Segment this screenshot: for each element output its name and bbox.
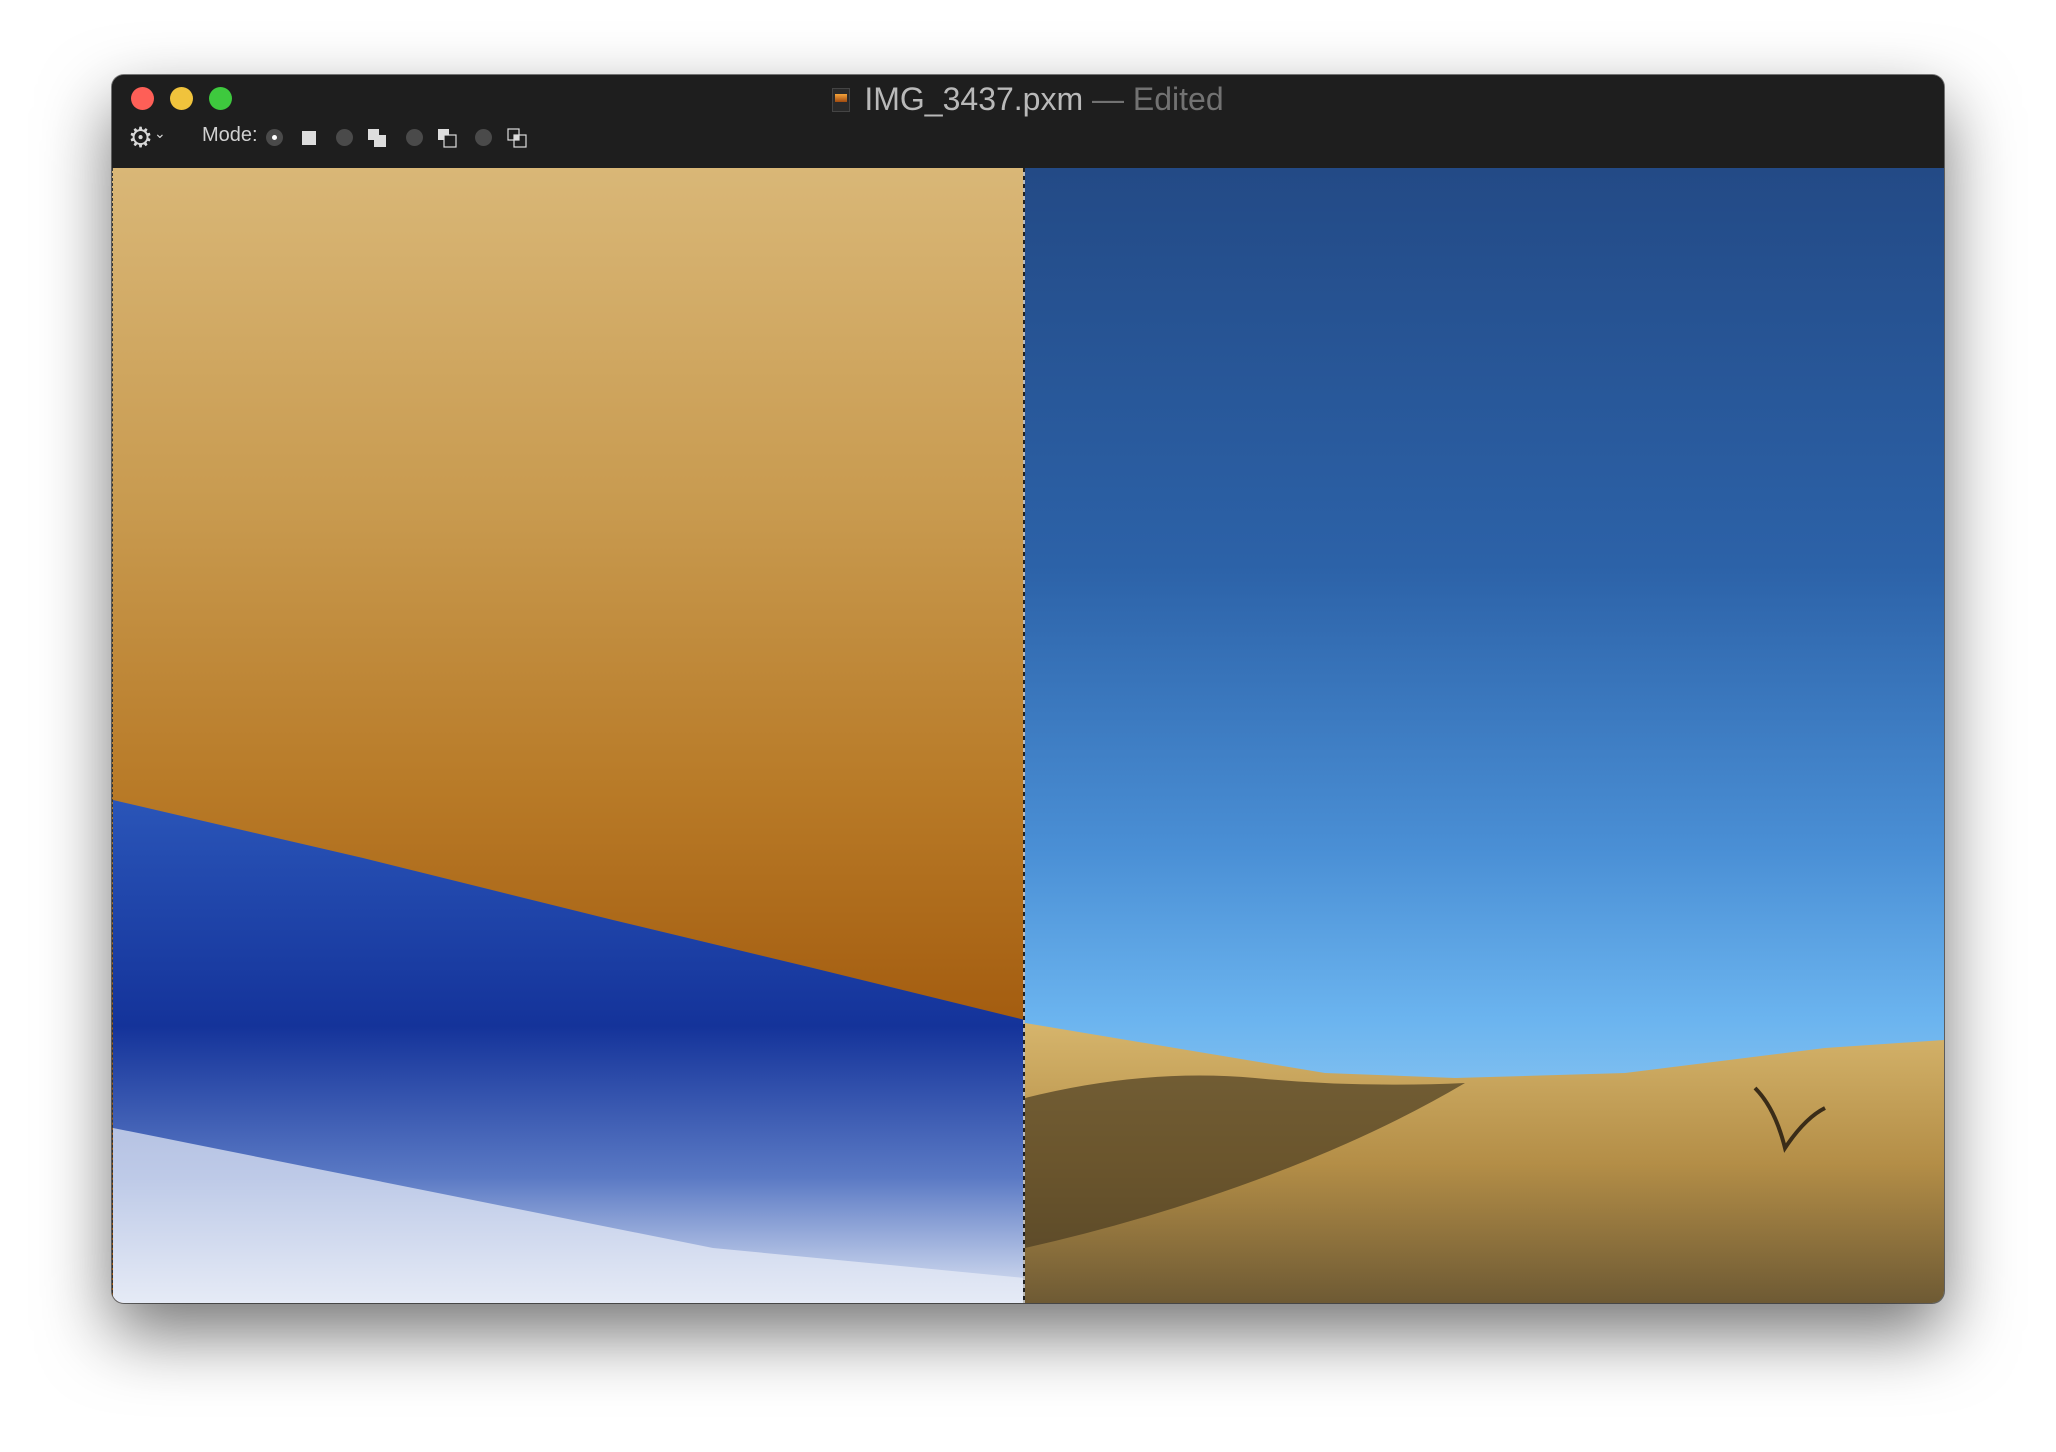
mode-subtract-radio[interactable] [406,129,423,146]
mode-normal-radio[interactable] [266,129,283,146]
inverted-selection-region[interactable] [112,168,1025,1303]
gear-icon[interactable]: ⚙ [128,123,153,153]
mode-add-radio[interactable] [336,129,353,146]
window-title: IMG_3437.pxm — Edited [112,78,1944,120]
mode-add-icon[interactable] [367,128,387,148]
mode-intersect-radio[interactable] [475,129,492,146]
filename: IMG_3437.pxm [864,81,1083,117]
chevron-down-icon[interactable]: ⌄ [154,125,166,142]
mode-intersect-icon[interactable] [507,128,527,148]
mode-normal-icon[interactable] [299,128,319,148]
inverted-hill-image [113,168,1025,1303]
title-bar: IMG_3437.pxm — Edited ⚙ ⌄ Mode: [112,75,1944,168]
edited-status: — Edited [1092,81,1224,117]
golden-hill-image [1025,168,1944,1303]
mode-label: Mode: [202,124,258,147]
mode-subtract-icon[interactable] [437,128,457,148]
document-icon[interactable] [832,88,850,112]
toolbar: ⚙ ⌄ Mode: [112,119,1944,159]
original-image-region [1025,168,1944,1303]
app-window: IMG_3437.pxm — Edited ⚙ ⌄ Mode: [112,75,1944,1303]
image-canvas[interactable] [112,168,1944,1303]
